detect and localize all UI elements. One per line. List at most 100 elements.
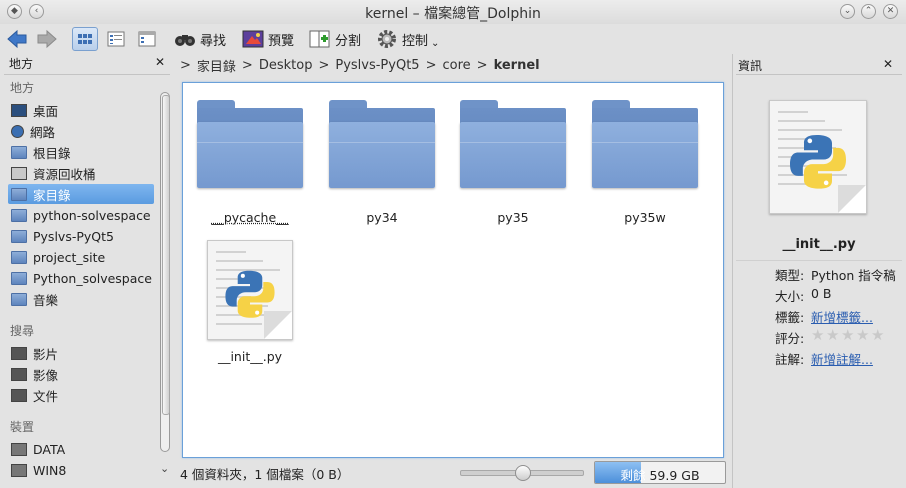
file-view[interactable]: __pycache__ py34 py35 py35w __init__.py xyxy=(182,82,724,458)
breadcrumb-separator-icon[interactable]: > xyxy=(477,58,488,73)
rating-star-icon[interactable]: ★ xyxy=(871,328,885,343)
breadcrumb-separator-icon[interactable]: > xyxy=(180,58,191,73)
toolbar: 尋找 預覽 分割 控制 ⌄ xyxy=(0,24,906,54)
document-icon xyxy=(11,388,27,402)
close-button[interactable]: ✕ xyxy=(883,4,898,19)
info-size-key: 大小: xyxy=(775,289,805,304)
info-filename: __init__.py xyxy=(782,237,856,252)
rating-stars[interactable]: ★ ★ ★ ★ ★ xyxy=(811,328,886,347)
sidebar-item-label: project_site xyxy=(33,249,106,265)
sidebar-item-網路[interactable]: 網路 xyxy=(8,121,154,141)
info-rating-row: 評分: ★ ★ ★ ★ ★ xyxy=(775,328,886,347)
folder-icon xyxy=(11,271,27,285)
breadcrumb-segment[interactable]: core xyxy=(442,58,470,73)
minimize-button[interactable]: ⌄ xyxy=(840,4,855,19)
info-panel: 資訊 ✕ __init__.py 類型: Python 指令稿 大小: 0 B 標籤… xyxy=(732,54,906,488)
find-button[interactable]: 尋找 xyxy=(174,27,226,51)
maximize-button[interactable]: ⌃ xyxy=(861,4,876,19)
split-button[interactable]: 分割 xyxy=(309,27,361,51)
places-panel-close-icon[interactable]: ✕ xyxy=(155,55,165,75)
sidebar-item-pyslvs-pyqt5[interactable]: Pyslvs-PyQt5 xyxy=(8,226,154,246)
rating-star-icon[interactable]: ★ xyxy=(856,328,870,343)
file-item[interactable]: __init__.py xyxy=(190,240,310,364)
file-item[interactable]: py35 xyxy=(453,100,573,225)
file-item[interactable]: py35w xyxy=(585,100,705,225)
breadcrumb-segment[interactable]: Pyslvs-PyQt5 xyxy=(335,58,419,73)
info-preview-image xyxy=(769,100,867,214)
icons-view-button[interactable] xyxy=(72,27,98,51)
zoom-slider[interactable] xyxy=(460,465,584,481)
sidebar-item-python-solvespace[interactable]: python-solvespace xyxy=(8,205,154,225)
sidebar-item-label: 根目錄 xyxy=(33,145,71,161)
file-item[interactable]: py34 xyxy=(322,100,442,225)
details-view-button[interactable] xyxy=(134,27,160,51)
breadcrumb-separator-icon[interactable]: > xyxy=(318,58,329,73)
network-icon xyxy=(11,124,24,138)
sidebar-item-label: Python_solvespace xyxy=(33,270,152,286)
desktop-icon xyxy=(11,103,27,117)
places-scrollbar[interactable] xyxy=(160,92,170,452)
info-comment-key: 註解: xyxy=(775,352,805,367)
music-folder-icon xyxy=(11,292,27,306)
sidebar-item-win8[interactable]: WIN8 xyxy=(8,460,154,480)
sidebar-item-python_solvespace[interactable]: Python_solvespace xyxy=(8,268,154,288)
file-item[interactable]: __pycache__ xyxy=(190,100,310,225)
forward-arrow-icon xyxy=(37,29,57,49)
file-name: py34 xyxy=(366,210,398,225)
root-folder-icon xyxy=(11,145,27,159)
file-name: py35w xyxy=(624,210,666,225)
breadcrumb-segment[interactable]: Desktop xyxy=(259,58,313,73)
info-rating-key: 評分: xyxy=(775,331,805,346)
sidebar-item-影像[interactable]: 影像 xyxy=(8,364,154,384)
info-panel-close-icon[interactable]: ✕ xyxy=(883,57,893,71)
control-label: 控制 xyxy=(402,33,429,49)
sidebar-item-data[interactable]: DATA xyxy=(8,439,154,459)
python-file-preview-icon xyxy=(769,100,867,214)
sidebar-item-label: 影片 xyxy=(33,346,59,362)
control-menu-button[interactable]: 控制 ⌄ xyxy=(376,27,439,51)
free-space-label: 剩餘 xyxy=(620,468,646,483)
folder-icon xyxy=(329,100,435,188)
file-name: py35 xyxy=(497,210,529,225)
breadcrumb-separator-icon[interactable]: > xyxy=(426,58,437,73)
find-label: 尋找 xyxy=(200,33,227,49)
sidebar-item-音樂[interactable]: 音樂 xyxy=(8,289,154,309)
sidebar-item-影片[interactable]: 影片 xyxy=(8,343,154,363)
chevron-down-icon: ⌄ xyxy=(431,37,440,49)
compact-view-button[interactable] xyxy=(103,27,129,51)
rating-star-icon[interactable]: ★ xyxy=(826,328,840,343)
sidebar-item-label: 資源回收桶 xyxy=(33,166,96,182)
split-label: 分割 xyxy=(335,33,362,49)
folder-icon xyxy=(592,100,698,188)
free-space-bar[interactable]: 剩餘 59.9 GB xyxy=(594,461,726,484)
sidebar-item-家目錄[interactable]: 家目錄 xyxy=(8,184,154,204)
python-logo-icon xyxy=(790,135,846,189)
window-title: kernel – 檔案總管_Dolphin xyxy=(365,6,541,22)
add-comment-link[interactable]: 新增註解... xyxy=(811,349,873,368)
home-icon xyxy=(11,187,27,201)
gear-icon xyxy=(378,30,396,48)
sidebar-item-project_site[interactable]: project_site xyxy=(8,247,154,267)
info-divider xyxy=(736,74,902,75)
rating-star-icon[interactable]: ★ xyxy=(841,328,855,343)
rating-star-icon[interactable]: ★ xyxy=(811,328,825,343)
sidebar-item-桌面[interactable]: 桌面 xyxy=(8,100,154,120)
scroll-down-icon[interactable]: ⌄ xyxy=(160,462,169,475)
places-scrollbar-thumb[interactable] xyxy=(162,95,170,415)
free-space-value: 59.9 GB xyxy=(649,468,700,483)
sidebar-item-label: 音樂 xyxy=(33,292,59,308)
preview-label: 預覽 xyxy=(268,33,295,49)
breadcrumb-segment[interactable]: kernel xyxy=(494,58,540,73)
sidebar-item-資源回收桶[interactable]: 資源回收桶 xyxy=(8,163,154,183)
add-tags-link[interactable]: 新增標籤... xyxy=(811,307,873,326)
video-icon xyxy=(11,346,27,360)
sidebar-item-根目錄[interactable]: 根目錄 xyxy=(8,142,154,162)
sidebar-item-文件[interactable]: 文件 xyxy=(8,385,154,405)
zoom-slider-handle[interactable] xyxy=(515,465,531,481)
folder-icon xyxy=(460,100,566,188)
breadcrumb-segment[interactable]: 家目錄 xyxy=(197,56,236,75)
preview-button[interactable]: 預覽 xyxy=(242,27,294,51)
breadcrumb-separator-icon[interactable]: > xyxy=(242,58,253,73)
back-button[interactable] xyxy=(6,27,28,51)
forward-button[interactable] xyxy=(36,27,58,51)
